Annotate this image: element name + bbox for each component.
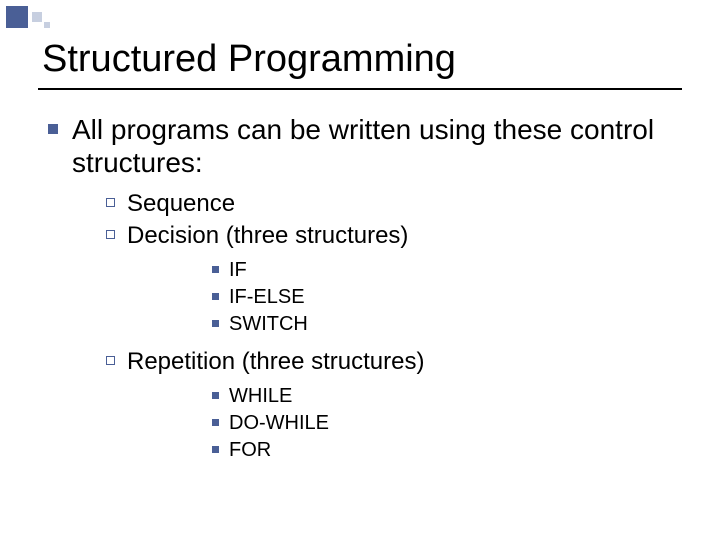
list-item-label: Decision (three structures) bbox=[127, 221, 408, 251]
sub-list: Sequence Decision (three structures) IF … bbox=[106, 189, 672, 463]
list-item-label: WHILE bbox=[229, 383, 292, 409]
list-item-label: IF-ELSE bbox=[229, 284, 305, 310]
small-square-bullet-icon bbox=[212, 419, 219, 426]
list-item-label: Sequence bbox=[127, 189, 235, 219]
decor-square-small-2 bbox=[44, 22, 50, 28]
slide-content: Structured Programming All programs can … bbox=[0, 0, 720, 463]
square-bullet-icon bbox=[48, 124, 58, 134]
list-item-label: SWITCH bbox=[229, 311, 308, 337]
small-square-bullet-icon bbox=[212, 293, 219, 300]
list-item: IF bbox=[212, 257, 672, 283]
small-square-bullet-icon bbox=[212, 320, 219, 327]
list-item-label: IF bbox=[229, 257, 247, 283]
list-item-label: DO-WHILE bbox=[229, 410, 329, 436]
small-square-bullet-icon bbox=[212, 266, 219, 273]
small-square-bullet-icon bbox=[212, 392, 219, 399]
list-item: FOR bbox=[212, 437, 672, 463]
slide-corner-decoration bbox=[0, 0, 140, 36]
hollow-square-bullet-icon bbox=[106, 230, 115, 239]
list-item: Sequence bbox=[106, 189, 672, 219]
list-item: DO-WHILE bbox=[212, 410, 672, 436]
list-item: SWITCH bbox=[212, 311, 672, 337]
title-underline bbox=[38, 88, 682, 90]
list-item-label: Repetition (three structures) bbox=[127, 347, 424, 377]
decor-square-large bbox=[6, 6, 28, 28]
sub-sub-list: IF IF-ELSE SWITCH bbox=[212, 257, 672, 337]
decor-square-small-1 bbox=[32, 12, 42, 22]
main-bullet-text: All programs can be written using these … bbox=[72, 113, 672, 179]
list-item-label: FOR bbox=[229, 437, 271, 463]
list-item: WHILE bbox=[212, 383, 672, 409]
hollow-square-bullet-icon bbox=[106, 356, 115, 365]
hollow-square-bullet-icon bbox=[106, 198, 115, 207]
small-square-bullet-icon bbox=[212, 446, 219, 453]
sub-sub-list: WHILE DO-WHILE FOR bbox=[212, 383, 672, 463]
list-item: Repetition (three structures) bbox=[106, 347, 672, 377]
main-bullet: All programs can be written using these … bbox=[48, 113, 672, 179]
slide-title: Structured Programming bbox=[42, 38, 672, 81]
list-item: IF-ELSE bbox=[212, 284, 672, 310]
list-item: Decision (three structures) bbox=[106, 221, 672, 251]
